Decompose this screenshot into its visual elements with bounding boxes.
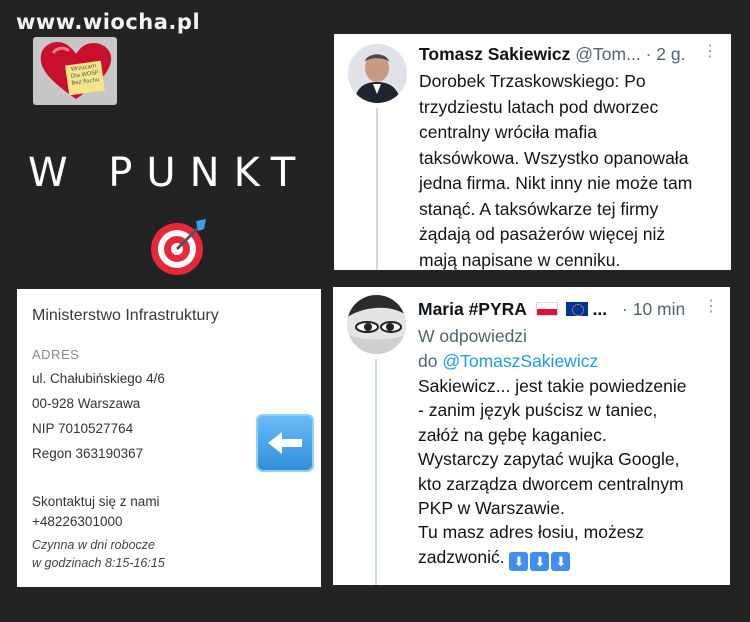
author-name-suffix: ... bbox=[592, 299, 608, 319]
site-logo: www.wiocha.pl bbox=[16, 10, 201, 34]
reply-do: do bbox=[418, 351, 438, 371]
tweet-time[interactable]: · 2 g. bbox=[646, 44, 686, 64]
heart-thumbnail: Wrzucam Dla WOŚP Bez Fochu bbox=[33, 37, 117, 105]
more-icon[interactable]: ⋮ bbox=[703, 299, 719, 315]
more-icon[interactable]: ⋮ bbox=[702, 44, 718, 60]
avatar[interactable] bbox=[347, 295, 406, 354]
reply-context: W odpowiedzi do @TomaszSakiewicz bbox=[418, 324, 598, 374]
headline: W PUNKT bbox=[28, 150, 310, 196]
phone-number[interactable]: +48226301000 bbox=[32, 514, 122, 529]
regon: Regon 363190367 bbox=[32, 446, 144, 461]
tweet-header: Tomasz Sakiewicz @Tom... · 2 g. bbox=[419, 44, 685, 65]
avatar[interactable] bbox=[348, 44, 407, 103]
down-arrow-icon: ⬇ bbox=[530, 551, 550, 571]
author-name[interactable]: Maria #PYRA bbox=[418, 299, 527, 319]
tweet-card-maria[interactable]: Maria #PYRA ... · 10 min ⋮ W odpowiedzi … bbox=[333, 287, 730, 585]
contact-label: Skontaktuj się z nami bbox=[32, 494, 160, 509]
nip: NIP 7010527764 bbox=[32, 421, 134, 436]
hours-line-2: w godzinach 8:15-16:15 bbox=[32, 556, 165, 570]
down-arrow-icon: ⬇ bbox=[551, 551, 571, 571]
reply-handle-link[interactable]: @TomaszSakiewicz bbox=[442, 351, 598, 371]
tweet-header: Maria #PYRA ... · 10 min bbox=[418, 299, 685, 320]
poland-flag-icon bbox=[535, 302, 558, 316]
left-arrow-icon bbox=[256, 414, 314, 472]
eu-flag-icon bbox=[565, 302, 588, 316]
hours-line-1: Czynna w dni robocze bbox=[32, 538, 155, 552]
thread-line bbox=[375, 359, 377, 585]
down-arrow-icon: ⬇ bbox=[509, 551, 529, 571]
tweet-time[interactable]: · 10 min bbox=[622, 299, 685, 319]
thread-line bbox=[376, 108, 378, 270]
heart-note: Wrzucam Dla WOŚP Bez Fochu bbox=[65, 60, 105, 96]
street: ul. Chałubińskiego 4/6 bbox=[32, 371, 165, 386]
author-name[interactable]: Tomasz Sakiewicz bbox=[419, 44, 570, 64]
city: 00-928 Warszawa bbox=[32, 396, 141, 411]
direct-hit-target-icon bbox=[151, 219, 206, 275]
ministry-title: Ministerstwo Infrastruktury bbox=[32, 307, 219, 324]
down-arrow-emojis: ⬇ ⬇ ⬇ bbox=[509, 548, 572, 572]
tweet-text: Sakiewicz... jest takie powiedzenie - za… bbox=[418, 374, 686, 572]
tweet-card-sakiewicz[interactable]: Tomasz Sakiewicz @Tom... · 2 g. ⋮ Dorobe… bbox=[334, 34, 731, 270]
author-handle[interactable]: @Tom... bbox=[575, 44, 640, 64]
address-label: ADRES bbox=[32, 347, 80, 362]
tweet-text-body: Sakiewicz... jest takie powiedzenie - za… bbox=[418, 376, 687, 567]
tweet-text: Dorobek Trzaskowskiego: Po trzydziestu l… bbox=[419, 71, 693, 270]
reply-prefix: W odpowiedzi bbox=[418, 326, 527, 346]
